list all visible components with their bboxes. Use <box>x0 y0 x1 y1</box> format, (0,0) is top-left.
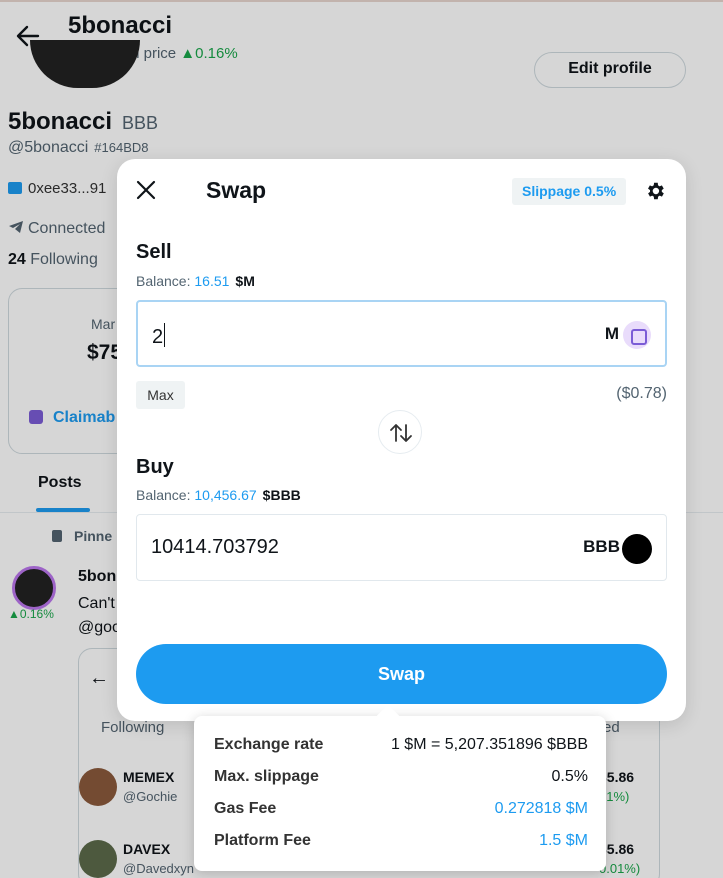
text-caret <box>164 323 166 347</box>
sell-amount-text: 2 <box>152 326 164 348</box>
sell-label: Sell <box>136 241 172 263</box>
sell-balance-amount: 16.51 <box>194 273 230 289</box>
buy-balance-amount: 10,456.67 <box>194 487 257 503</box>
max-slippage-value: 0.5% <box>551 768 588 785</box>
buy-balance: Balance: 10,456.67 $BBB <box>136 487 301 503</box>
platform-fee-value: 1.5 $M <box>539 832 588 849</box>
token-m-icon <box>623 321 651 349</box>
gas-fee-value: 0.272818 $M <box>494 800 588 817</box>
exchange-rate-value: 1 $M = 5,207.351896 $BBB <box>390 736 588 753</box>
max-button[interactable]: Max <box>136 381 185 409</box>
buy-token-label: BBB <box>583 537 620 556</box>
buy-label: Buy <box>136 456 174 478</box>
swap-modal: Swap Slippage 0.5% Sell Balance: 16.51 $M… <box>117 159 686 721</box>
max-slippage-label: Max. slippage <box>214 768 319 785</box>
sell-balance-label: Balance: <box>136 273 191 289</box>
slippage-badge[interactable]: Slippage 0.5% <box>512 178 627 205</box>
exchange-rate-label: Exchange rate <box>214 736 324 753</box>
buy-balance-label: Balance: <box>136 487 191 503</box>
buy-amount-value: 10414.703792 <box>151 536 279 558</box>
sell-amount-input[interactable]: 2 M <box>136 300 667 367</box>
gas-fee-label: Gas Fee <box>214 800 277 817</box>
token-bbb-icon <box>622 534 652 564</box>
platform-fee-label: Platform Fee <box>214 832 311 849</box>
sell-amount-value: 2 <box>152 323 166 349</box>
swap-arrows-icon <box>390 424 412 442</box>
sell-token-label: M <box>604 324 619 343</box>
close-icon[interactable] <box>135 179 157 201</box>
swap-details-tooltip: Exchange rate 1 $M = 5,207.351896 $BBB M… <box>194 704 606 871</box>
modal-title: Swap <box>206 177 267 203</box>
sell-usd-value: ($0.78) <box>616 385 667 402</box>
buy-balance-currency: $BBB <box>262 487 301 503</box>
swap-direction-button[interactable] <box>378 410 422 454</box>
gear-icon[interactable] <box>644 180 666 202</box>
swap-button[interactable]: Swap <box>136 644 667 704</box>
buy-amount-field[interactable]: 10414.703792 BBB <box>136 514 667 581</box>
sell-balance-currency: $M <box>235 273 255 289</box>
sell-balance: Balance: 16.51 $M <box>136 273 255 289</box>
